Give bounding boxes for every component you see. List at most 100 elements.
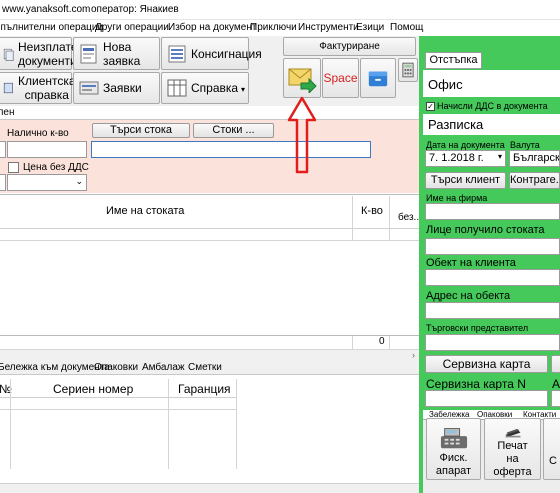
operator-text: оператор: Янакиев <box>91 4 179 15</box>
available-qty-input[interactable] <box>7 141 87 158</box>
chevron-down-icon: ▾ <box>497 152 502 161</box>
vat-checkbox-label: Начисли ДДС в документа <box>437 101 548 111</box>
new-request-label: Нова заявка <box>103 39 141 68</box>
discount-tab[interactable]: Отстъпка <box>425 52 482 69</box>
partial-button[interactable] <box>551 355 560 373</box>
search-client-button[interactable]: Търси клиент <box>425 172 506 189</box>
tab-strip: пен <box>0 106 419 120</box>
tab-crates[interactable]: Амбалаж <box>142 362 185 373</box>
client-report-button[interactable]: Клиентска справка <box>0 72 76 104</box>
receiver-input[interactable] <box>425 238 560 255</box>
col-divider <box>352 196 353 229</box>
menu-choose-doc[interactable]: Избор на документ <box>168 22 256 33</box>
print-offer-label: Печат на оферта <box>493 440 532 478</box>
service-card-button[interactable]: Сервизна карта <box>425 355 548 373</box>
print-offer-button[interactable]: Печат на оферта <box>484 418 541 480</box>
doc-type-box: Разписка <box>423 114 560 135</box>
price-no-vat-label: Цена без ДДС <box>23 162 89 173</box>
archive-button[interactable] <box>360 58 396 98</box>
archive-box-icon <box>368 71 388 87</box>
client-object-input[interactable] <box>425 269 560 286</box>
col-divider <box>389 336 390 349</box>
goods-button[interactable]: Стоки ... <box>193 123 274 138</box>
menu-tools[interactable]: Инструменти <box>298 22 359 33</box>
currency-label: Валута <box>510 140 540 150</box>
fiscal-device-button[interactable]: Фиск. апарат <box>426 418 481 480</box>
col-warranty-header[interactable]: Гаранция <box>178 382 231 396</box>
menu-close[interactable]: Приключи <box>250 22 297 33</box>
documents-icon <box>3 48 14 61</box>
menu-help[interactable]: Помощ <box>390 22 423 33</box>
tab-packaging[interactable]: Опаковки <box>94 362 138 373</box>
menu-other-ops[interactable]: Други операции <box>95 22 169 33</box>
invoicing-button[interactable]: Фактуриране <box>283 37 416 56</box>
consignment-button[interactable]: Консигнация <box>161 37 262 70</box>
sales-rep-select[interactable] <box>425 334 560 351</box>
requests-button[interactable]: Заявки <box>73 72 160 104</box>
report-table-icon <box>167 79 187 97</box>
receiver-label: Лице получило стоката <box>426 224 545 236</box>
search-client-label: Търси клиент <box>430 174 501 186</box>
search-goods-label: Търси стока <box>109 124 173 136</box>
report-button[interactable]: Справка ▾ <box>161 72 249 104</box>
goods-label: Стоки ... <box>212 124 255 136</box>
space-button[interactable]: Space <box>322 58 359 98</box>
service-card-label: Сервизна карта <box>442 357 531 371</box>
service-card-n-label: Сервизна карта N <box>426 377 526 391</box>
request-doc-icon <box>80 44 97 63</box>
goods-total-row: 0 <box>0 335 419 349</box>
doc-date-label: Дата на документа <box>426 140 505 150</box>
currency-value: Българск... <box>513 152 560 164</box>
calculator-button[interactable] <box>398 58 418 82</box>
partial-input[interactable] <box>551 390 560 407</box>
left-input[interactable] <box>0 141 6 158</box>
object-address-label: Адрес на обекта <box>426 290 511 302</box>
col-serial-header[interactable]: Сериен номер <box>53 382 133 396</box>
col-divider <box>352 336 353 349</box>
report-label: Справка <box>191 81 239 95</box>
unpaid-docs-label: Неизплатени документи <box>18 39 91 68</box>
menu-additional-ops[interactable]: Допълнителни операции <box>0 22 103 33</box>
doc-date-value: 7. 1.2018 г. <box>429 152 484 164</box>
company-input[interactable] <box>425 203 560 220</box>
partial-label-c: С <box>549 455 557 467</box>
tab-fragment[interactable]: пен <box>0 107 15 118</box>
col-divider <box>352 229 353 241</box>
unpaid-docs-button[interactable]: Неизплатени документи <box>0 37 91 70</box>
tab-accounts[interactable]: Сметки <box>188 362 222 373</box>
horizontal-scrollbar[interactable]: › <box>0 349 419 361</box>
col-divider <box>236 379 237 469</box>
menu-languages[interactable]: Езици <box>356 22 384 33</box>
available-qty-label: Налично к-во <box>7 128 69 139</box>
doc-date-picker[interactable]: 7. 1.2018 г. ▾ <box>425 150 506 167</box>
search-goods-button[interactable]: Търси стока <box>92 123 190 138</box>
price-select[interactable]: ⌄ <box>7 174 87 191</box>
col-qty-header[interactable]: К-во <box>361 205 383 217</box>
object-address-input[interactable] <box>425 302 560 319</box>
sales-rep-label: Търговски представител <box>426 323 529 333</box>
row-divider <box>0 240 419 241</box>
new-request-button[interactable]: Нова заявка <box>73 37 160 70</box>
contragent-label: Контраге... <box>510 174 560 186</box>
currency-select[interactable]: Българск... <box>509 150 560 167</box>
search-goods-input[interactable] <box>91 141 371 158</box>
space-label: Space <box>323 71 358 85</box>
col-name-header[interactable]: Име на стоката <box>106 205 184 217</box>
site-text: www.yanaksoft.com <box>2 4 91 15</box>
price-no-vat-checkbox[interactable] <box>8 162 19 173</box>
partial-action-button[interactable]: С <box>543 418 560 480</box>
chevron-down-icon[interactable]: ▾ <box>241 85 245 94</box>
scroll-right-icon[interactable]: › <box>412 350 415 360</box>
total-qty-value: 0 <box>379 336 385 347</box>
vat-checkbox[interactable]: ✓ <box>426 102 435 111</box>
service-card-n-input[interactable] <box>425 390 548 407</box>
col-divider <box>389 229 390 241</box>
requests-label: Заявки <box>103 81 142 95</box>
send-email-button[interactable] <box>283 58 321 98</box>
red-arrow-annotation <box>287 96 317 174</box>
goods-table-header: Име на стоката К-во без... <box>0 196 422 229</box>
contragent-button[interactable]: Контраге... <box>509 172 560 189</box>
left-input-2[interactable] <box>0 174 6 191</box>
row-divider <box>0 409 236 410</box>
calculator-icon <box>402 62 414 78</box>
